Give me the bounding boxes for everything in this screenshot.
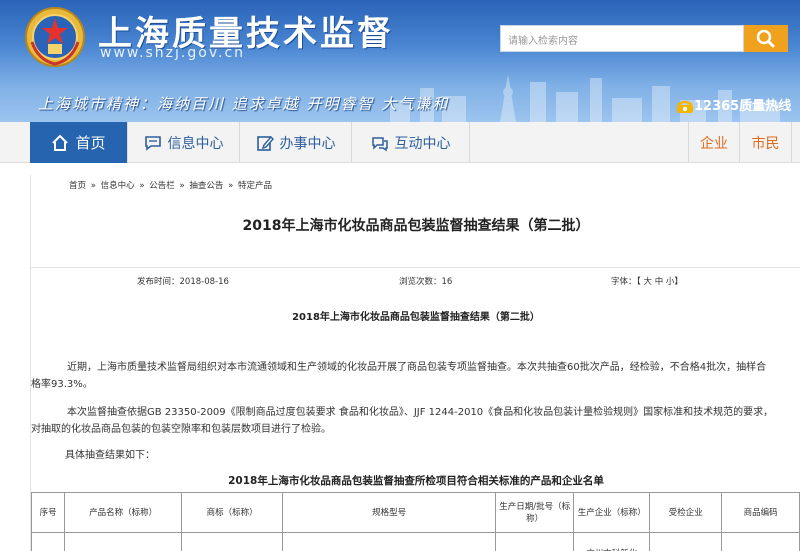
- breadcrumb-separator: »: [179, 181, 185, 191]
- breadcrumb-home[interactable]: 首页: [69, 181, 86, 191]
- table-cell: [649, 532, 723, 551]
- city-slogan: 上海城市精神：海纳百川 追求卓越 开明睿智 大气谦和: [38, 95, 450, 113]
- table-cell: 广州市科新化: [573, 532, 651, 551]
- hotline-label: 12365质量热线: [694, 99, 792, 114]
- font-size-switcher: 字体：【 大 中 小】: [611, 275, 683, 287]
- nav-office-label: 办事中心: [279, 135, 336, 152]
- nav-interaction-center[interactable]: 互动中心: [352, 122, 470, 163]
- publish-date-value: 2018-08-16: [179, 277, 229, 287]
- table-cell: [64, 532, 182, 551]
- breadcrumb-info-center[interactable]: 信息中心: [101, 181, 135, 191]
- nav-home-label: 首页: [75, 134, 106, 152]
- table-header-cell: 生产日期/批号（标称）: [495, 492, 575, 533]
- nav-home[interactable]: 首页: [30, 122, 128, 163]
- breadcrumb-separator: »: [90, 181, 96, 191]
- table-header-cell: 商品编码: [721, 492, 800, 533]
- table-cell: [282, 532, 497, 551]
- breadcrumb-specific-products[interactable]: 特定产品: [238, 181, 272, 191]
- nav-info-label: 信息中心: [167, 135, 224, 152]
- table-cell: [180, 532, 284, 551]
- article-container: 首页 » 信息中心 » 公告栏 » 抽查公告 » 特定产品 2018年上海市化妆…: [30, 175, 800, 551]
- search-button[interactable]: [744, 25, 788, 52]
- article-paragraph-2: 本次监督抽查依据GB 23350-2009《限制商品过度包装要求 食品和化妆品》…: [31, 407, 774, 435]
- table-cell: [30, 532, 66, 551]
- search-input[interactable]: 请输入检索内容: [500, 25, 744, 52]
- font-medium-button[interactable]: 中: [655, 277, 664, 287]
- nav-info-center[interactable]: 信息中心: [128, 122, 240, 163]
- phone-icon: [677, 100, 693, 113]
- table-header-row: 序号 产品名称（标称） 商标（标称） 规格型号 生产日期/批号（标称） 生产企业…: [30, 492, 800, 533]
- table-header-cell: 产品名称（标称）: [64, 492, 182, 533]
- table-title: 2018年上海市化妆品商品包装监督抽查所检项目符合相关标准的产品和企业名单: [228, 475, 604, 487]
- article-paragraph-3: 具体抽查结果如下：: [65, 450, 155, 461]
- table-header-cell: 规格型号: [282, 492, 497, 533]
- site-url: www.shzj.gov.cn: [100, 45, 246, 61]
- article-paragraph-1: 近期，上海市质量技术监督局组织对本市流通领域和生产领域的化妆品开展了商品包装专项…: [31, 362, 767, 390]
- article-title: 2018年上海市化妆品商品包装监督抽查结果（第二批）: [242, 218, 590, 234]
- nav-interact-label: 互动中心: [394, 135, 451, 152]
- emblem-logo-icon: [25, 7, 85, 67]
- table-header-cell: 商标（标称）: [180, 492, 284, 533]
- view-count: 浏览次数：16: [399, 275, 452, 287]
- view-count-label: 浏览次数：: [399, 277, 442, 287]
- comment-icon: [371, 136, 388, 151]
- nav-service-center[interactable]: 办事中心: [240, 122, 352, 163]
- breadcrumb-separator: »: [139, 181, 145, 191]
- home-icon: [52, 134, 69, 151]
- chat-icon: [144, 135, 161, 151]
- breadcrumb: 首页 » 信息中心 » 公告栏 » 抽查公告 » 特定产品: [69, 179, 274, 191]
- table-header-cell: 序号: [30, 492, 66, 533]
- results-table: 序号 产品名称（标称） 商标（标称） 规格型号 生产日期/批号（标称） 生产企业…: [30, 492, 800, 551]
- publish-date-label: 发布时间：: [137, 277, 180, 287]
- font-size-end: 】: [674, 277, 683, 287]
- article-subtitle: 2018年上海市化妆品商品包装监督抽查结果（第二批）: [292, 312, 540, 323]
- nav-citizen[interactable]: 市民: [740, 122, 792, 163]
- view-count-value: 16: [441, 277, 453, 287]
- breadcrumb-inspection[interactable]: 抽查公告: [189, 181, 223, 191]
- font-size-label: 字体：【: [611, 277, 641, 287]
- main-navigation: 首页 信息中心 办事中心 互动中心 企业 市民: [0, 122, 800, 163]
- table-header-cell: 生产企业（标称）: [573, 492, 651, 533]
- table-cell: [721, 532, 800, 551]
- breadcrumb-separator: »: [228, 181, 234, 191]
- font-large-button[interactable]: 大: [643, 277, 652, 287]
- table-header-cell: 受检企业: [649, 492, 723, 533]
- site-header: 上海质量技术监督 www.shzj.gov.cn 请输入检索内容 上海城市精神：…: [0, 0, 800, 122]
- title-divider: [31, 267, 800, 268]
- nav-enterprise[interactable]: 企业: [688, 122, 740, 163]
- breadcrumb-bulletin[interactable]: 公告栏: [149, 181, 175, 191]
- table-cell: [495, 532, 575, 551]
- publish-date: 发布时间：2018-08-16: [137, 275, 229, 287]
- table-row: 广州市科新化: [30, 532, 800, 551]
- edit-icon: [256, 135, 274, 151]
- search-icon: [756, 29, 775, 48]
- hotline-link[interactable]: 12365质量热线: [676, 95, 791, 114]
